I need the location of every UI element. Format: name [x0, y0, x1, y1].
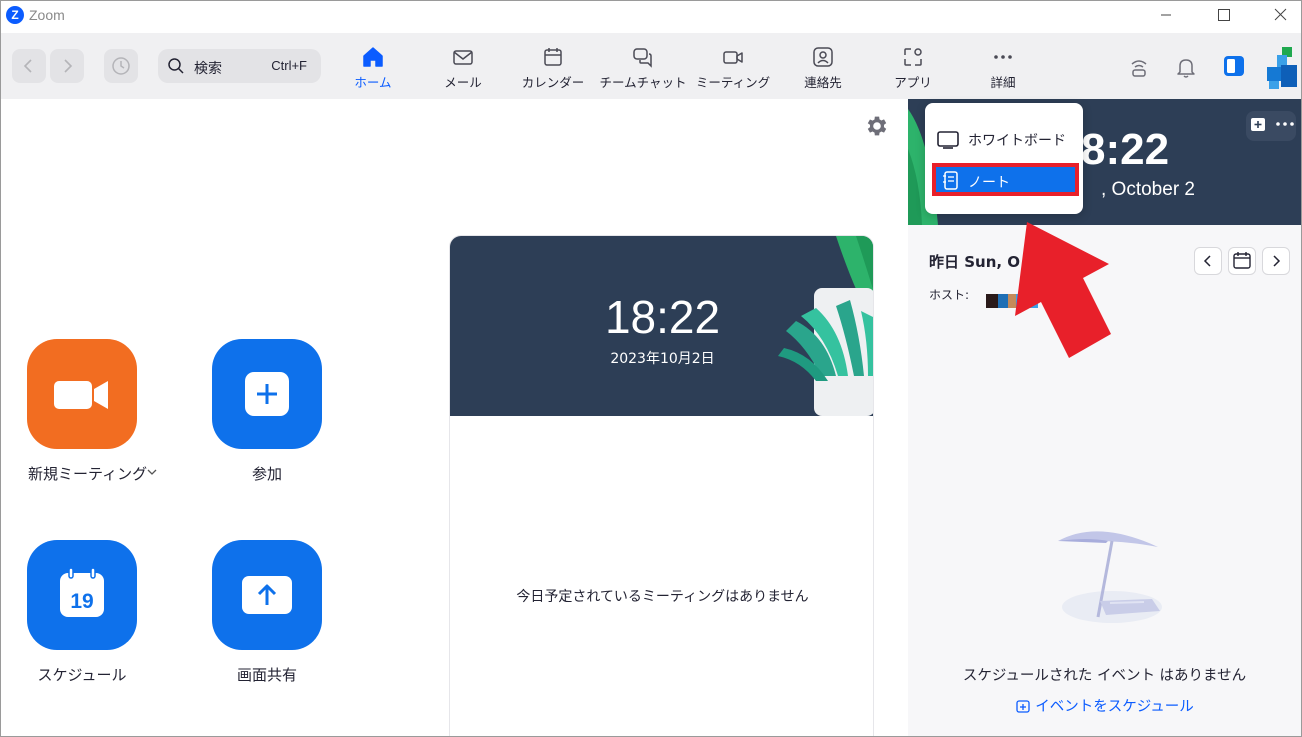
tab-label: ホーム: [354, 75, 392, 90]
more-dropdown-menu: ホワイトボード ノート: [925, 103, 1083, 214]
forward-button[interactable]: [50, 49, 84, 83]
gear-icon[interactable]: [864, 113, 890, 139]
menu-item-whiteboard[interactable]: ホワイトボード: [925, 121, 1083, 157]
date-picker-button[interactable]: [1228, 247, 1256, 275]
new-meeting-button[interactable]: [27, 339, 137, 449]
chevron-right-icon: [64, 59, 73, 73]
tab-home[interactable]: ホーム: [328, 45, 418, 95]
tab-label: アプリ: [894, 75, 932, 90]
menu-item-notes[interactable]: ノート: [932, 163, 1079, 196]
home-icon: [363, 47, 383, 67]
close-button[interactable]: [1257, 1, 1301, 31]
no-meetings-message: 今日予定されているミーティングはありません: [516, 589, 809, 605]
history-icon: [112, 57, 130, 75]
maximize-button[interactable]: [1200, 1, 1246, 31]
tab-label: 連絡先: [804, 75, 842, 90]
current-date: 2023年10月2日: [610, 351, 715, 367]
mail-icon: [453, 50, 473, 65]
share-screen-button[interactable]: [212, 540, 322, 650]
minimize-button[interactable]: [1143, 1, 1189, 31]
host-label: ホスト:: [929, 288, 970, 302]
zoom-logo-icon: Z: [6, 6, 24, 24]
no-events-message: スケジュールされた イベント はありません: [962, 668, 1247, 684]
schedule-label: スケジュール: [37, 666, 127, 684]
chevron-left-icon: [23, 59, 32, 73]
search-shortcut: Ctrl+F: [271, 58, 307, 73]
calendar-icon: [544, 48, 562, 66]
add-calendar-icon[interactable]: [1249, 115, 1267, 133]
current-time: 18:22: [604, 291, 721, 343]
plus-icon: [245, 372, 289, 416]
tab-label: チームチャット: [599, 75, 687, 90]
chevron-down-icon[interactable]: [147, 468, 157, 476]
video-icon: [723, 51, 743, 64]
apps-icon: [904, 48, 922, 66]
avatar[interactable]: [1267, 47, 1297, 89]
side-panel-time: 8:22: [1081, 125, 1170, 174]
tab-more[interactable]: 詳細: [958, 45, 1048, 95]
back-button[interactable]: [12, 49, 46, 83]
join-button[interactable]: [212, 339, 322, 449]
join-label: 参加: [251, 465, 282, 483]
chevron-left-icon: [1203, 255, 1211, 267]
search-box[interactable]: 検索 Ctrl+F: [158, 49, 321, 83]
window-title: Zoom: [29, 7, 65, 23]
video-camera-icon: [54, 381, 108, 409]
more-options-icon[interactable]: [1274, 115, 1296, 133]
side-panel-icon[interactable]: [1222, 54, 1246, 78]
new-meeting-label: 新規ミーティング: [28, 465, 148, 483]
whiteboard-icon: [937, 131, 959, 149]
today-card: 18:22 2023年10月2日 今日予定されているミーティングはありません: [449, 235, 874, 736]
notes-icon: [943, 171, 958, 190]
menu-item-label: ホワイトボード: [968, 133, 1066, 149]
tab-meetings[interactable]: ミーティング: [688, 45, 778, 95]
tab-calendar[interactable]: カレンダー: [508, 45, 598, 95]
next-day-button[interactable]: [1262, 247, 1290, 275]
tab-label: カレンダー: [521, 75, 585, 90]
bell-icon[interactable]: [1174, 55, 1198, 79]
main-toolbar: 検索 Ctrl+F ホーム メール カレンダー チームチャット ミーティング 連…: [1, 33, 1301, 99]
side-panel-date: , October 2: [1101, 179, 1195, 200]
schedule-event-link[interactable]: イベントをスケジュール: [908, 695, 1301, 716]
menu-item-label: ノート: [968, 175, 1010, 191]
tab-mail[interactable]: メール: [418, 45, 508, 95]
chevron-right-icon: [1273, 255, 1281, 267]
tab-team-chat[interactable]: チームチャット: [598, 45, 688, 95]
annotation-arrow-icon: [1015, 222, 1111, 358]
share-arrow-icon: [242, 576, 292, 614]
tab-label: 詳細: [990, 75, 1016, 90]
calendar-19-icon: 19: [60, 568, 104, 617]
card-header-banner: 18:22 2023年10月2日: [450, 236, 873, 416]
schedule-event-label: イベントをスケジュール: [1035, 699, 1194, 715]
tab-contacts[interactable]: 連絡先: [778, 45, 868, 95]
add-calendar-icon: [1016, 700, 1030, 713]
schedule-button[interactable]: 19: [27, 540, 137, 650]
search-icon: [168, 58, 184, 74]
history-button[interactable]: [104, 49, 138, 83]
beach-umbrella-illustration: [1058, 531, 1162, 623]
tab-label: メール: [444, 75, 482, 90]
wireless-share-icon[interactable]: [1127, 55, 1151, 79]
tab-apps[interactable]: アプリ: [868, 45, 958, 95]
contacts-icon: [813, 47, 833, 67]
tab-label: ミーティング: [695, 75, 771, 90]
chat-icon: [633, 48, 652, 68]
zoom-window: Z Zoom 検索 Ctrl+F ホーム メール カレンダー チームチャット ミ…: [0, 0, 1302, 737]
svg-text:19: 19: [70, 590, 93, 613]
calendar-icon: [1233, 252, 1251, 269]
more-icon: [994, 55, 1012, 59]
search-label: 検索: [194, 61, 222, 77]
prev-day-button[interactable]: [1194, 247, 1222, 275]
share-screen-label: 画面共有: [236, 666, 297, 684]
title-bar: Z Zoom: [1, 1, 1301, 33]
